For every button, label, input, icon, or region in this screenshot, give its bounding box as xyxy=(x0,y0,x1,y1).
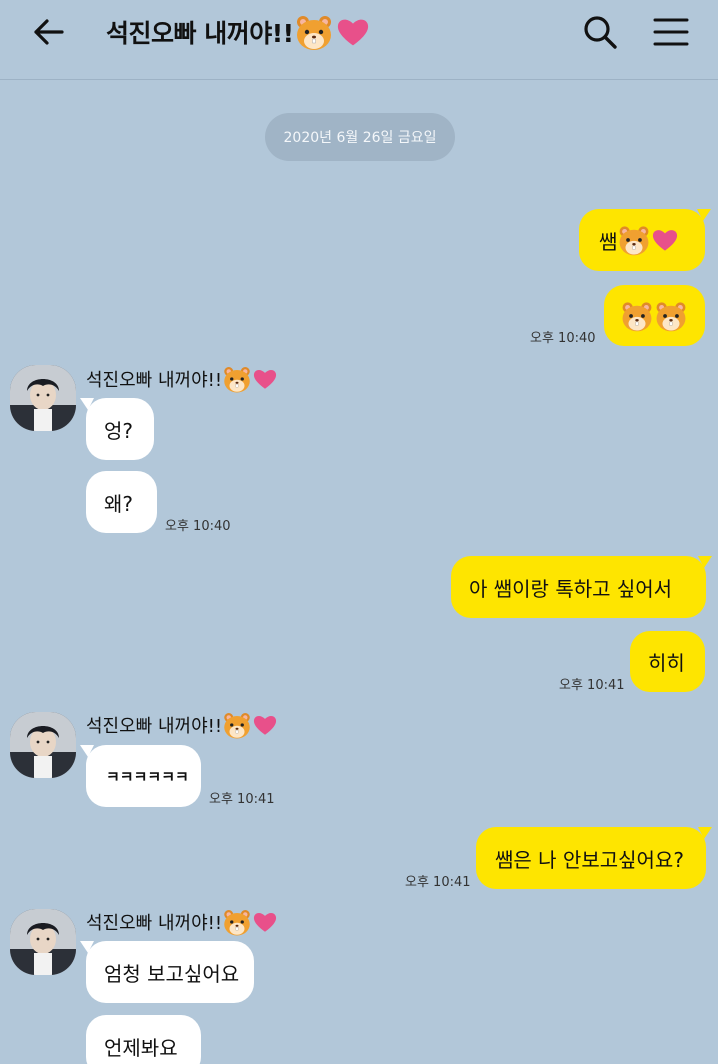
sender-name-text: 석진오빠 내꺼야!! xyxy=(86,913,223,934)
my-message-bubble[interactable]: 히히 xyxy=(630,631,705,692)
message-text: 쌤은 나 안보고싶어요? xyxy=(495,847,684,872)
their-message-bubble[interactable]: ㅋㅋㅋㅋㅋㅋ xyxy=(86,745,201,807)
heart-emoji-icon xyxy=(252,368,278,390)
hamster-emoji-icon xyxy=(654,299,688,333)
search-icon xyxy=(584,16,617,49)
date-divider: 2020년 6월 26일 금요일 xyxy=(265,113,455,161)
contact-avatar[interactable] xyxy=(10,365,76,431)
bubble-tail xyxy=(80,745,94,759)
my-message-bubble[interactable]: 쌤은 나 안보고싶어요? xyxy=(476,827,706,889)
heart-emoji-icon xyxy=(252,714,278,736)
hamster-emoji-icon xyxy=(222,364,252,394)
bubble-tail xyxy=(698,827,712,841)
heart-emoji-icon xyxy=(252,911,278,933)
message-timestamp: 오후 10:41 xyxy=(209,792,275,807)
message-text: ㅋㅋㅋㅋㅋㅋ xyxy=(106,767,189,786)
heart-emoji-icon xyxy=(336,17,370,47)
message-timestamp: 오후 10:40 xyxy=(165,519,231,534)
back-button[interactable] xyxy=(30,14,70,50)
bubble-tail xyxy=(80,398,94,412)
message-timestamp: 오후 10:40 xyxy=(530,331,596,346)
message-timestamp: 오후 10:41 xyxy=(405,875,471,890)
sender-name: 석진오빠 내꺼야!! xyxy=(86,710,278,740)
my-message-bubble[interactable]: 아 쌤이랑 톡하고 싶어서 xyxy=(451,556,706,618)
hamster-emoji-icon xyxy=(617,223,651,257)
message-text: 엉? xyxy=(104,418,134,443)
my-message-bubble[interactable]: 쌤 xyxy=(579,209,705,271)
their-message-bubble[interactable]: 엉? xyxy=(86,398,154,460)
hamburger-menu-icon xyxy=(653,18,689,46)
message-text: 엄청 보고싶어요 xyxy=(104,961,240,986)
bubble-tail xyxy=(80,941,94,955)
message-text: 언제봐요 xyxy=(104,1035,178,1060)
their-message-bubble[interactable]: 왜? xyxy=(86,471,157,533)
chat-title-text: 석진오빠 내꺼야!! xyxy=(106,19,294,48)
bubble-tail xyxy=(697,209,711,223)
sender-name-text: 석진오빠 내꺼야!! xyxy=(86,370,223,391)
arrow-left-icon xyxy=(34,19,64,45)
their-message-bubble[interactable]: 언제봐요 xyxy=(86,1015,201,1064)
contact-avatar[interactable] xyxy=(10,712,76,778)
hamster-emoji-icon xyxy=(222,710,252,740)
sender-name-text: 석진오빠 내꺼야!! xyxy=(86,716,223,737)
chat-header: 석진오빠 내꺼야!! xyxy=(0,0,718,80)
chat-title: 석진오빠 내꺼야!! xyxy=(106,12,370,52)
sender-name: 석진오빠 내꺼야!! xyxy=(86,364,278,394)
message-text: 히히 xyxy=(648,651,685,675)
sender-name: 석진오빠 내꺼야!! xyxy=(86,907,278,937)
message-text: 왜? xyxy=(104,491,134,516)
message-text: 쌤 xyxy=(599,229,618,254)
hamster-emoji-icon xyxy=(294,12,334,52)
hamster-emoji-icon xyxy=(620,299,654,333)
my-message-bubble[interactable] xyxy=(604,285,705,346)
menu-button[interactable] xyxy=(651,12,691,52)
message-text: 아 쌤이랑 톡하고 싶어서 xyxy=(469,576,673,601)
heart-emoji-icon xyxy=(651,228,679,252)
contact-avatar[interactable] xyxy=(10,909,76,975)
message-timestamp: 오후 10:41 xyxy=(559,678,625,693)
bubble-tail xyxy=(698,556,712,570)
hamster-emoji-icon xyxy=(222,907,252,937)
search-button[interactable] xyxy=(580,12,620,52)
their-message-bubble[interactable]: 엄청 보고싶어요 xyxy=(86,941,254,1003)
